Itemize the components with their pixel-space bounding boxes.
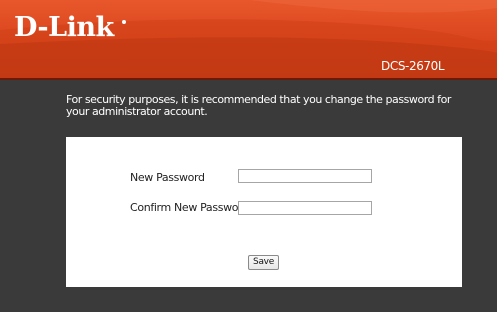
confirm-password-input[interactable] [238,201,372,215]
camera-setup-page: D-Link DCS-2670L For security purposes, … [0,0,497,312]
header-banner: D-Link DCS-2670L [0,0,497,80]
new-password-input[interactable] [238,169,372,183]
logo-dot [122,20,126,24]
header-divider [0,78,497,80]
password-form-panel: New Password Confirm New Password Save [66,137,462,287]
security-message: For security purposes, it is recommended… [66,93,451,118]
model-name: DCS-2670L [381,59,445,73]
new-password-label: New Password [130,171,205,184]
save-button[interactable]: Save [248,255,279,270]
confirm-password-label: Confirm New Password [130,201,249,214]
dlink-logo: D-Link [14,12,114,43]
